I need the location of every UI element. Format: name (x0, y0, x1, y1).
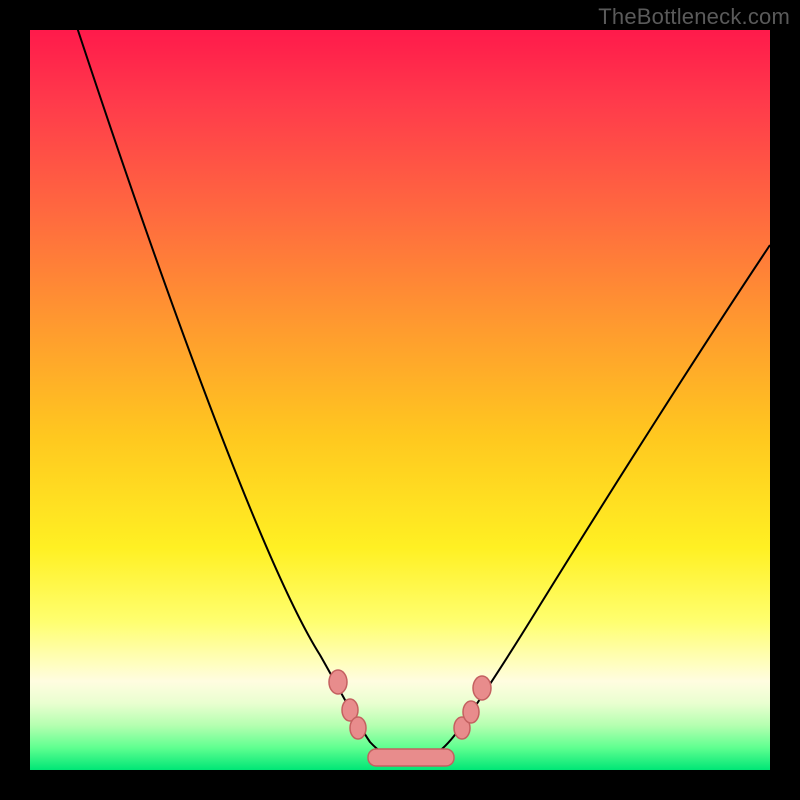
highlight-bar (368, 749, 454, 766)
highlight-dot (473, 676, 491, 700)
gradient-plot-area (30, 30, 770, 770)
attribution-text: TheBottleneck.com (598, 4, 790, 30)
bottleneck-curve-svg (30, 30, 770, 770)
highlight-dot (463, 701, 479, 723)
outer-frame: TheBottleneck.com (0, 0, 800, 800)
highlight-dot (350, 717, 366, 739)
highlight-dot (329, 670, 347, 694)
highlight-dots (329, 670, 491, 766)
bottleneck-curve-path (68, 0, 770, 762)
